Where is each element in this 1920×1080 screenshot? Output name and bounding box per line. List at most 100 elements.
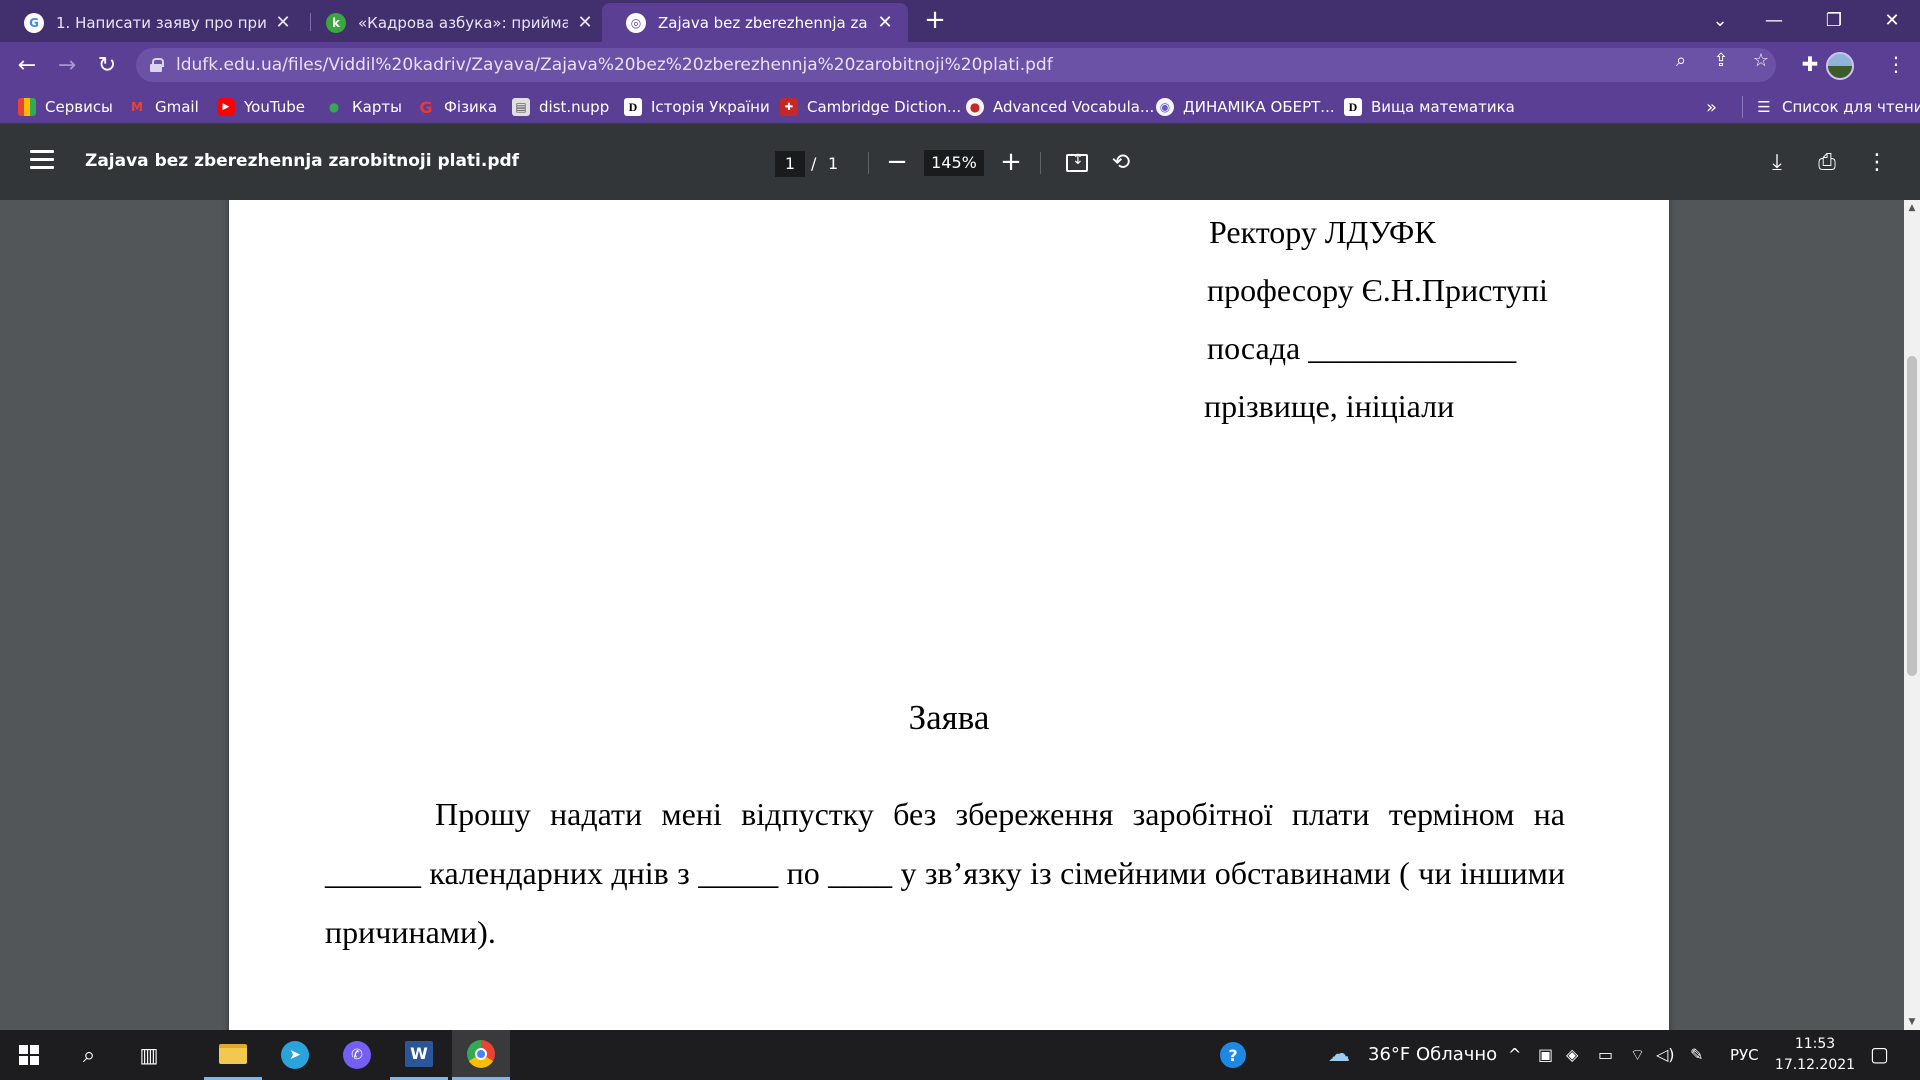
- fit-to-page-icon[interactable]: [1066, 152, 1088, 172]
- bookmark-fizyka[interactable]: G Фізика: [417, 96, 497, 118]
- bookmarks-bar: Сервисы M Gmail ▶ YouTube ● Карты G Фізи…: [0, 88, 1920, 124]
- bookmark-youtube[interactable]: ▶ YouTube: [217, 96, 305, 118]
- close-window-icon[interactable]: ✕: [1864, 0, 1920, 40]
- close-icon[interactable]: ✕: [272, 12, 294, 33]
- bookmark-label: Advanced Vocabula...: [993, 98, 1155, 116]
- d-letter-icon: D: [624, 98, 642, 116]
- close-icon[interactable]: ✕: [874, 12, 896, 33]
- tab-title: 1. Написати заяву про прийом н: [56, 13, 266, 32]
- bookmark-dynamika[interactable]: ◉ ДИНАМІКА ОБЕРТ...: [1156, 96, 1335, 118]
- reading-list-icon: ☰: [1757, 98, 1771, 116]
- zoom-out-button[interactable]: −: [884, 149, 910, 176]
- restore-icon[interactable]: ❐: [1806, 0, 1862, 40]
- print-icon[interactable]: ⎙: [1814, 150, 1840, 176]
- reading-list-label: Список для чтения: [1782, 98, 1920, 116]
- addressee-line-1: Ректору ЛДУФК: [1209, 214, 1436, 250]
- bookmark-services[interactable]: Сервисы: [18, 96, 113, 118]
- globe-icon: ◎: [626, 12, 646, 33]
- word-logo-icon: W: [405, 1040, 433, 1067]
- apps-grid-icon: [18, 98, 36, 116]
- page-total: 1: [828, 154, 839, 173]
- lock-icon: [150, 58, 164, 72]
- bookmarks-overflow-button[interactable]: »: [1706, 96, 1717, 118]
- bookmark-label: Вища математика: [1371, 98, 1515, 116]
- bookmark-label: dist.nupp: [539, 98, 610, 116]
- viber-icon[interactable]: ✆: [328, 1030, 386, 1080]
- chevron-up-icon[interactable]: ^: [1508, 1045, 1521, 1064]
- address-bar[interactable]: ldufk.edu.ua/files/Viddil%20kadriv/Zayav…: [136, 48, 1776, 82]
- scroll-up-arrow-icon[interactable]: ▲: [1904, 200, 1920, 216]
- browser-toolbar: ← → ↻ ldufk.edu.ua/files/Viddil%20kadriv…: [0, 42, 1920, 88]
- profile-avatar[interactable]: [1826, 52, 1854, 80]
- weather-text[interactable]: 36°F Облачно: [1368, 1044, 1497, 1065]
- addressee-line-2: професору Є.Н.Приступі: [1207, 272, 1548, 308]
- tab-2[interactable]: k «Кадрова азбука»: приймаємо н ✕: [302, 3, 608, 42]
- pen-icon[interactable]: ✎: [1690, 1045, 1703, 1064]
- bookmark-label: Сервисы: [45, 98, 113, 116]
- search-icon[interactable]: ⌕: [60, 1030, 118, 1080]
- chrome-icon[interactable]: [452, 1030, 510, 1080]
- language-indicator[interactable]: РУС: [1730, 1046, 1759, 1064]
- cloud-weather-icon[interactable]: ☁: [1328, 1042, 1350, 1067]
- fizyka-icon: G: [419, 97, 433, 117]
- advanced-vocab-icon: ●: [966, 98, 984, 116]
- tab-1[interactable]: G 1. Написати заяву про прийом н ✕: [0, 3, 306, 42]
- more-menu-icon[interactable]: ⋮: [1884, 52, 1908, 76]
- chrome-center: [475, 1047, 487, 1060]
- bookmark-dist-nupp[interactable]: ▤ dist.nupp: [512, 96, 609, 118]
- pdf-page: Ректору ЛДУФК професору Є.Н.Приступі пос…: [229, 200, 1669, 1030]
- extensions-puzzle-icon[interactable]: ✚: [1798, 52, 1822, 76]
- notifications-icon[interactable]: ▢: [1870, 1042, 1889, 1066]
- reload-icon[interactable]: ↻: [92, 50, 122, 80]
- download-icon[interactable]: ⤓: [1764, 150, 1790, 176]
- bookmark-label: Фізика: [444, 98, 498, 116]
- zoom-level-input[interactable]: 145%: [924, 150, 984, 176]
- scroll-down-arrow-icon[interactable]: ▼: [1904, 1014, 1920, 1030]
- scroll-thumb[interactable]: [1907, 356, 1917, 676]
- forward-arrow-icon[interactable]: →: [52, 50, 82, 80]
- battery-icon[interactable]: ▭: [1598, 1045, 1613, 1064]
- start-button[interactable]: [0, 1030, 58, 1080]
- word-icon[interactable]: W: [390, 1030, 448, 1080]
- minimize-icon[interactable]: —: [1746, 0, 1802, 40]
- share-icon[interactable]: ⇪: [1710, 50, 1732, 72]
- close-icon[interactable]: ✕: [574, 12, 596, 33]
- telegram-icon[interactable]: ➤: [266, 1030, 324, 1080]
- bookmark-gmail[interactable]: M Gmail: [128, 96, 199, 118]
- vertical-scrollbar[interactable]: ▲ ▼: [1904, 200, 1920, 1030]
- rotate-icon[interactable]: ⟲: [1108, 150, 1134, 176]
- zoom-in-button[interactable]: +: [998, 149, 1024, 176]
- bookmark-star-icon[interactable]: ☆: [1750, 50, 1772, 72]
- maps-icon: ●: [328, 100, 340, 114]
- bookmark-label: Cambridge Diction...: [807, 98, 962, 116]
- file-explorer-icon[interactable]: [204, 1030, 262, 1080]
- bookmark-maps[interactable]: ● Карты: [325, 96, 402, 118]
- dropbox-icon[interactable]: ◈: [1566, 1045, 1578, 1064]
- tab-3-active[interactable]: ◎ Zajava bez zberezhennja zarobitn ✕: [602, 3, 908, 42]
- camera-icon[interactable]: ▣: [1538, 1045, 1553, 1064]
- bookmark-vyshcha-matematyka[interactable]: D Вища математика: [1344, 96, 1515, 118]
- dynamika-icon: ◉: [1156, 98, 1174, 116]
- back-arrow-icon[interactable]: ←: [12, 50, 42, 80]
- help-question-icon: ?: [1220, 1042, 1246, 1068]
- chrome-logo-icon: [467, 1039, 495, 1068]
- windows-logo-icon: [19, 1045, 39, 1065]
- gmail-icon: M: [131, 100, 143, 114]
- menu-icon[interactable]: [30, 150, 54, 170]
- wifi-icon[interactable]: ⌔: [1630, 1045, 1645, 1065]
- document-body-paragraph: Прошу надати мені відпустку без збережен…: [325, 785, 1565, 962]
- tab-search-icon[interactable]: ⌄: [1692, 0, 1748, 40]
- bookmark-advanced-vocab[interactable]: ● Advanced Vocabula...: [966, 96, 1154, 118]
- zoom-magnifier-icon[interactable]: ⌕: [1670, 50, 1692, 72]
- new-tab-button[interactable]: +: [920, 6, 950, 36]
- help-icon[interactable]: ?: [1204, 1030, 1262, 1080]
- volume-icon[interactable]: ◁): [1656, 1045, 1675, 1064]
- reading-list-button[interactable]: ☰ Список для чтения: [1742, 96, 1920, 118]
- bookmark-label: Карты: [352, 98, 402, 116]
- bookmark-cambridge[interactable]: ✚ Cambridge Diction...: [780, 96, 961, 118]
- task-view-icon[interactable]: ▥: [120, 1030, 178, 1080]
- page-number-input[interactable]: 1: [775, 151, 805, 177]
- more-options-icon[interactable]: ⋮: [1864, 150, 1890, 176]
- bookmark-istoriya[interactable]: D Історія України: [624, 96, 770, 118]
- clock[interactable]: 11:53 17.12.2021: [1760, 1034, 1870, 1076]
